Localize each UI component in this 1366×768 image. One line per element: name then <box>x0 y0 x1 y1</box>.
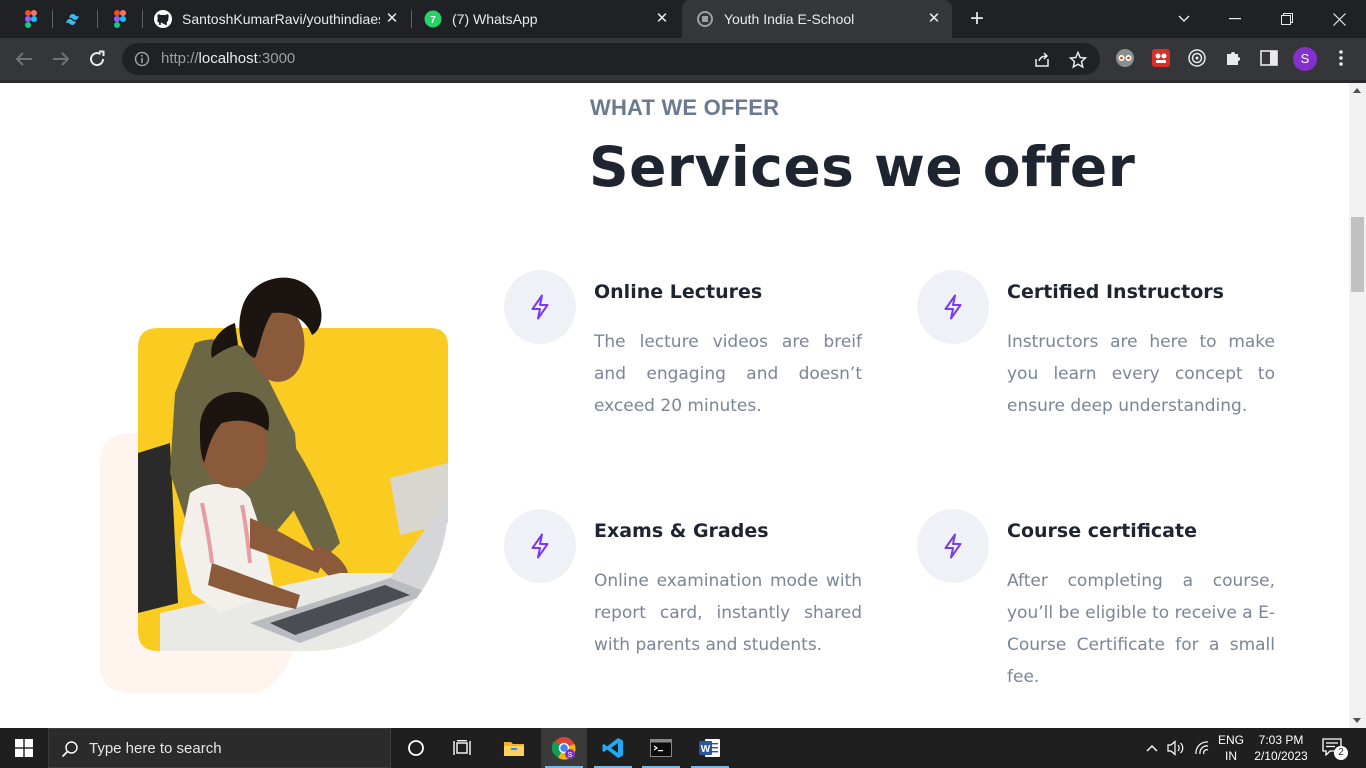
windows-taskbar: Type here to search S W ENG IN 7:03 PM 2… <box>0 728 1366 768</box>
region-code: IN <box>1225 749 1237 763</box>
tab-separator <box>97 10 98 28</box>
tab-search-chevron-icon[interactable] <box>1161 0 1207 38</box>
tab-tailwind[interactable] <box>65 0 87 38</box>
vscode-icon[interactable] <box>590 728 636 768</box>
figma-icon <box>111 10 129 28</box>
svg-text:S: S <box>568 752 573 759</box>
clock-time: 7:03 PM <box>1258 733 1304 747</box>
terminal-icon[interactable] <box>638 728 684 768</box>
tab-whatsapp[interactable]: 7 (7) WhatsApp ✕ <box>424 0 680 38</box>
word-icon[interactable]: W <box>687 728 733 768</box>
windows-start-icon[interactable] <box>0 728 48 768</box>
tab-title: (7) WhatsApp <box>452 11 538 27</box>
tab-title: Youth India E-School <box>724 11 855 27</box>
url-scheme: http:// <box>161 50 199 67</box>
close-tab-icon[interactable]: ✕ <box>926 11 942 27</box>
forward-icon[interactable] <box>49 47 73 71</box>
notification-count: 2 <box>1334 746 1348 760</box>
url-text: http://localhost:3000 <box>161 50 295 67</box>
lightning-icon <box>504 509 576 583</box>
extension-red-icon[interactable] <box>1150 47 1172 69</box>
site-info-icon[interactable] <box>134 51 150 67</box>
scroll-up-icon[interactable] <box>1353 88 1361 93</box>
tailwind-icon <box>65 10 83 28</box>
taskbar-search-input[interactable]: Type here to search <box>48 728 391 768</box>
svg-text:7: 7 <box>430 15 436 26</box>
site-favicon-icon <box>696 10 714 28</box>
svg-text:W: W <box>701 744 711 755</box>
lightning-icon <box>504 270 576 344</box>
extension-owl-icon[interactable] <box>1114 47 1136 69</box>
back-icon[interactable] <box>12 47 36 71</box>
tab-bar: SantoshKumarRavi/youthindiaesc ✕ 7 (7) W… <box>0 0 1366 38</box>
service-description: Online examination mode with report card… <box>594 571 862 655</box>
extension-target-icon[interactable] <box>1186 47 1208 69</box>
figma-icon <box>22 10 40 28</box>
cortana-icon[interactable] <box>393 728 439 768</box>
service-online-lectures: Online Lectures The lecture videos are b… <box>504 270 864 420</box>
tab-github[interactable]: SantoshKumarRavi/youthindiaesc ✕ <box>154 0 410 38</box>
show-hidden-icons-icon[interactable] <box>1142 728 1162 768</box>
chrome-taskbar-icon[interactable]: S <box>541 728 587 768</box>
network-icon[interactable] <box>1191 728 1213 768</box>
side-panel-icon[interactable] <box>1258 47 1280 69</box>
url-host: localhost <box>198 50 258 67</box>
language-code: ENG <box>1217 733 1244 747</box>
service-certified-instructors: Certified Instructors Instructors are he… <box>917 270 1277 420</box>
service-exams-grades: Exams & Grades Online examination mode w… <box>504 509 864 659</box>
extensions-puzzle-icon[interactable] <box>1222 47 1244 69</box>
page-viewport: WHAT WE OFFER Services we offer Online L… <box>0 83 1349 728</box>
search-icon <box>61 740 79 758</box>
service-description: After completing a course, you’ll be eli… <box>1007 571 1275 687</box>
service-description: Instructors are here to make you learn e… <box>1007 332 1275 416</box>
share-icon[interactable] <box>1033 51 1051 69</box>
service-description: The lecture videos are breif and engagin… <box>594 332 862 416</box>
close-tab-icon[interactable]: ✕ <box>654 11 670 27</box>
task-view-icon[interactable] <box>440 728 486 768</box>
scrollbar-thumb[interactable] <box>1351 217 1364 292</box>
restore-icon[interactable] <box>1264 0 1310 38</box>
tab-separator <box>142 10 143 28</box>
minimize-icon[interactable] <box>1212 0 1258 38</box>
service-title: Certified Instructors <box>1007 281 1224 303</box>
section-heading: Services we offer <box>589 135 1136 199</box>
service-title: Exams & Grades <box>594 520 769 542</box>
github-icon <box>154 10 172 28</box>
tab-figma-1[interactable] <box>22 0 44 38</box>
tab-youth-india[interactable]: Youth India E-School ✕ <box>682 0 952 38</box>
service-title: Online Lectures <box>594 281 763 303</box>
browser-toolbar: http://localhost:3000 S <box>0 38 1366 80</box>
system-clock[interactable]: 7:03 PM 2/10/2023 <box>1250 732 1312 764</box>
volume-icon[interactable] <box>1165 728 1187 768</box>
notification-center-icon[interactable]: 2 <box>1322 738 1348 760</box>
page-scrollbar[interactable] <box>1349 83 1366 728</box>
whatsapp-icon: 7 <box>424 10 442 28</box>
file-explorer-icon[interactable] <box>491 728 537 768</box>
new-tab-button[interactable]: + <box>966 7 988 31</box>
reload-icon[interactable] <box>85 47 109 71</box>
section-eyebrow: WHAT WE OFFER <box>590 95 780 120</box>
address-bar[interactable]: http://localhost:3000 <box>122 43 1100 75</box>
mother-child-laptop-illustration <box>100 277 448 693</box>
language-indicator[interactable]: ENG IN <box>1214 732 1248 764</box>
tab-title: SantoshKumarRavi/youthindiaesc <box>182 11 380 27</box>
service-course-certificate: Course certificate After completing a co… <box>917 509 1277 687</box>
profile-avatar[interactable]: S <box>1293 47 1317 71</box>
service-title: Course certificate <box>1007 520 1197 542</box>
url-port: :3000 <box>257 50 296 67</box>
search-placeholder: Type here to search <box>89 740 222 757</box>
scroll-down-icon[interactable] <box>1353 718 1361 723</box>
clock-date: 2/10/2023 <box>1254 749 1308 763</box>
menu-kebab-icon[interactable] <box>1330 47 1352 69</box>
tab-separator <box>52 10 53 28</box>
bookmark-star-icon[interactable] <box>1068 50 1088 69</box>
lightning-icon <box>917 270 989 344</box>
lightning-icon <box>917 509 989 583</box>
tab-figma-2[interactable] <box>111 0 133 38</box>
close-window-icon[interactable] <box>1316 0 1362 38</box>
close-tab-icon[interactable]: ✕ <box>384 11 400 27</box>
tab-separator <box>411 10 412 28</box>
